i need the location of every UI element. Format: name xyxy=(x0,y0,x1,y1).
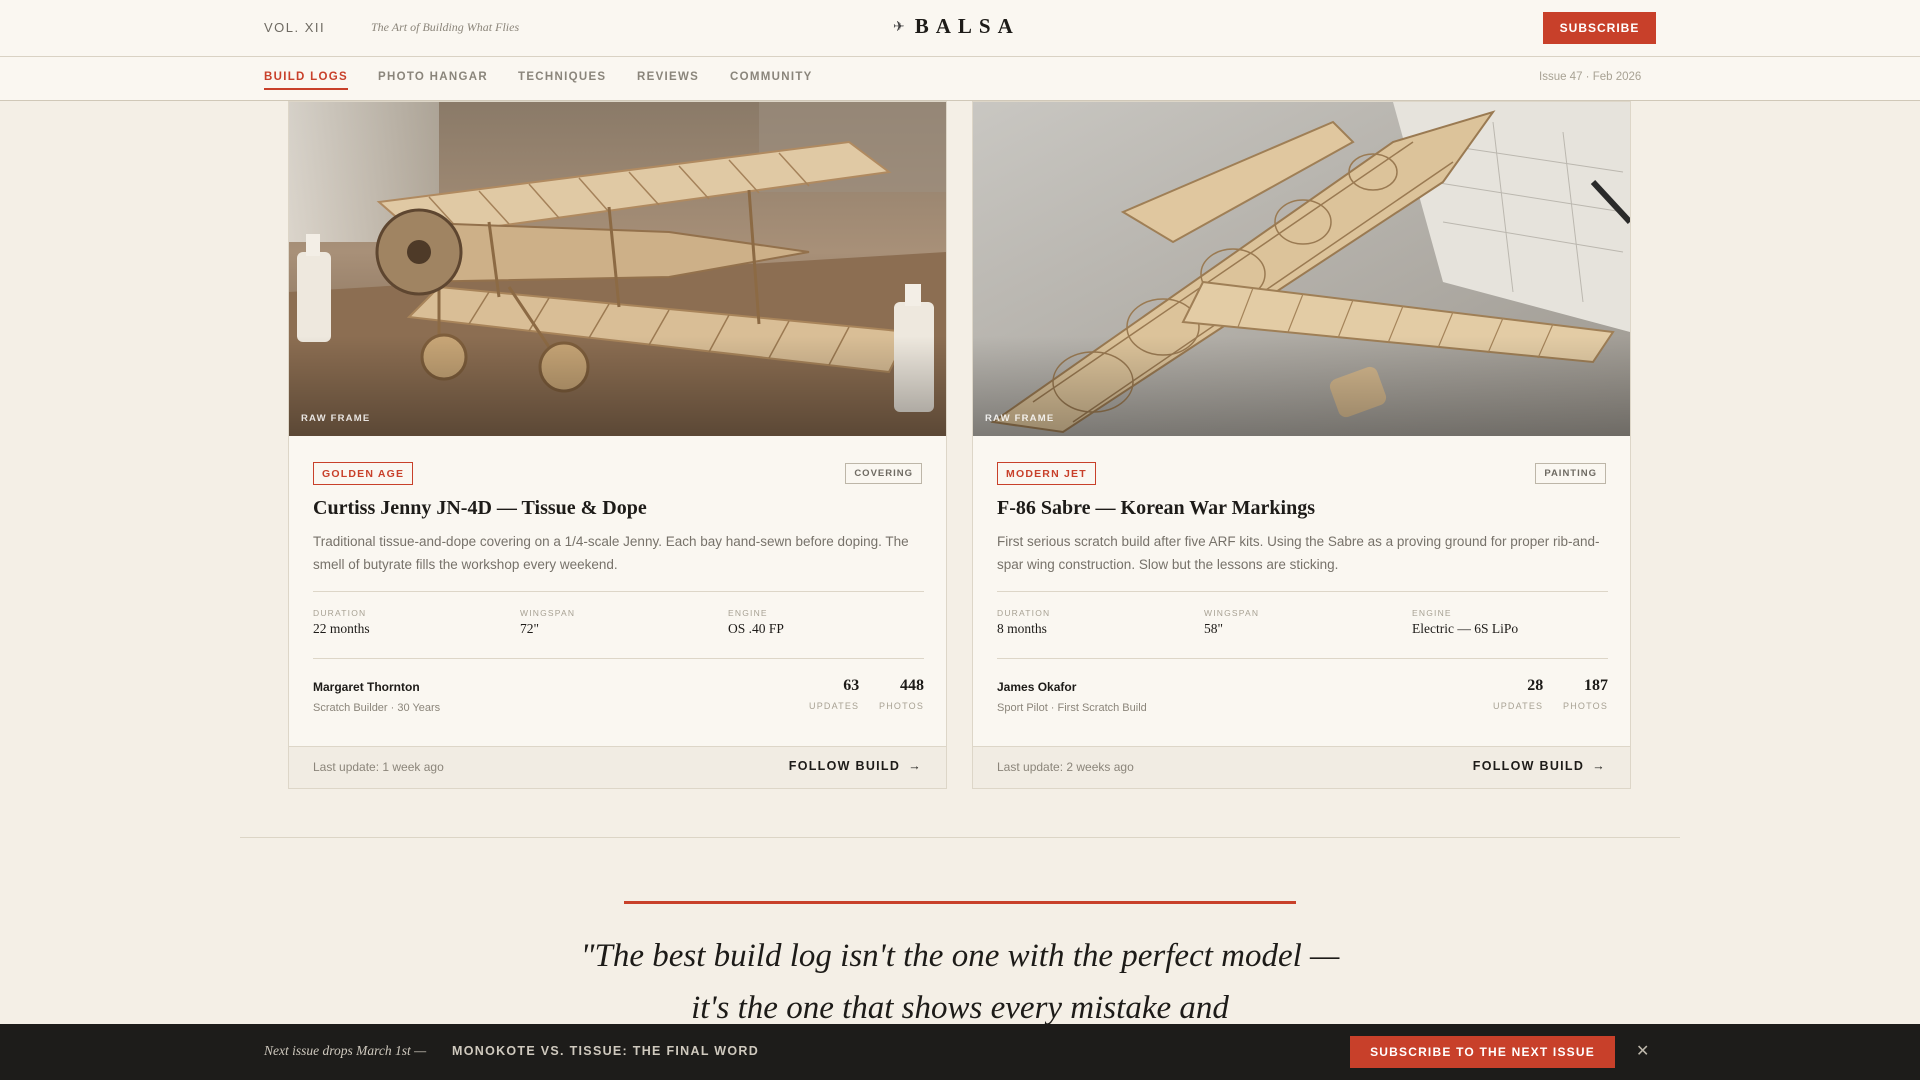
card-description: First serious scratch build after five A… xyxy=(997,534,1600,572)
spec-value: 58" xyxy=(1204,621,1224,636)
issue-info: Issue 47 · Feb 2026 xyxy=(1539,71,1642,83)
spec-value: Electric — 6S LiPo xyxy=(1412,621,1519,636)
subscribe-button[interactable]: SUBSCRIBE xyxy=(1543,12,1656,44)
divider xyxy=(313,658,924,659)
stat-value: 63 xyxy=(843,677,860,694)
author-name[interactable]: James Okafor xyxy=(997,680,1076,694)
build-photo-jet[interactable]: RAW FRAME xyxy=(973,102,1630,436)
stat-value: 448 xyxy=(900,677,925,694)
card-title[interactable]: Curtiss Jenny JN-4D — Tissue & Dope xyxy=(313,497,647,520)
spec-wingspan: WINGSPAN 58" xyxy=(1204,608,1259,637)
category-badge[interactable]: GOLDEN AGE xyxy=(313,462,414,485)
nav-build-logs[interactable]: BUILD LOGS xyxy=(264,71,348,90)
divider xyxy=(313,591,924,592)
spec-label: WINGSPAN xyxy=(520,608,576,618)
build-card-jenny[interactable]: RAW FRAME GOLDEN AGE COVERING Curtiss Je… xyxy=(288,101,947,789)
last-update: Last update: 2 weeks ago xyxy=(997,760,1134,774)
quote-rule xyxy=(624,901,1296,904)
site-logo[interactable]: ✈ BALSA xyxy=(893,14,1020,39)
author-meta: Sport Pilot · First Scratch Build xyxy=(997,702,1147,714)
logo-text: BALSA xyxy=(914,14,1020,38)
stat-photos: 448 PHOTOS xyxy=(879,677,924,711)
subscribe-next-issue-button[interactable]: SUBSCRIBE TO THE NEXT ISSUE xyxy=(1350,1036,1615,1068)
pull-quote: "The best build log isn't the one with t… xyxy=(580,938,1340,1026)
spec-engine: ENGINE OS .40 FP xyxy=(728,608,784,637)
spec-label: ENGINE xyxy=(728,608,768,618)
spec-label: DURATION xyxy=(313,608,367,618)
stat-label: UPDATES xyxy=(1493,701,1544,711)
nav-photo-hangar[interactable]: PHOTO HANGAR xyxy=(378,71,488,88)
spec-value: OS .40 FP xyxy=(728,621,784,636)
build-card-sabre[interactable]: RAW FRAME MODERN JET PAINTING F-86 Sabre… xyxy=(972,101,1631,789)
card-description: Traditional tissue-and-dope covering on … xyxy=(313,534,909,572)
nav-community[interactable]: COMMUNITY xyxy=(730,71,813,88)
stat-label: UPDATES xyxy=(809,701,860,711)
follow-build-button[interactable]: FOLLOW BUILD → xyxy=(789,759,922,773)
spec-value: 22 months xyxy=(313,621,370,636)
card-footer: Last update: 2 weeks ago FOLLOW BUILD → xyxy=(973,746,1630,788)
stage-badge: PAINTING xyxy=(1535,463,1606,484)
spec-label: ENGINE xyxy=(1412,608,1452,618)
spec-label: WINGSPAN xyxy=(1204,608,1260,618)
spec-duration: DURATION 22 months xyxy=(313,608,370,637)
divider xyxy=(997,591,1608,592)
divider xyxy=(997,658,1608,659)
photo-label: RAW FRAME xyxy=(985,413,1055,424)
stat-updates: 63 UPDATES xyxy=(809,677,859,711)
banner-headline[interactable]: MONOKOTE VS. TISSUE: THE FINAL WORD xyxy=(452,1044,759,1058)
stat-photos: 187 PHOTOS xyxy=(1563,677,1608,711)
author-name[interactable]: Margaret Thornton xyxy=(313,680,420,694)
follow-label: FOLLOW BUILD xyxy=(788,759,901,773)
spec-duration: DURATION 8 months xyxy=(997,608,1050,637)
card-title[interactable]: F-86 Sabre — Korean War Markings xyxy=(997,497,1315,520)
next-issue-banner: Next issue drops March 1st — MONOKOTE VS… xyxy=(0,1024,1920,1080)
build-photo-biplane[interactable]: RAW FRAME xyxy=(289,102,946,436)
spec-label: DURATION xyxy=(997,608,1051,618)
follow-build-button[interactable]: FOLLOW BUILD → xyxy=(1473,759,1606,773)
nav-techniques[interactable]: TECHNIQUES xyxy=(518,71,606,88)
close-icon[interactable]: ✕ xyxy=(1636,1041,1649,1061)
photo-label: RAW FRAME xyxy=(301,413,371,424)
spec-engine: ENGINE Electric — 6S LiPo xyxy=(1412,608,1518,637)
site-header: VOL. XII The Art of Building What Flies … xyxy=(0,0,1920,57)
arrow-right-icon: → xyxy=(908,759,922,773)
stat-updates: 28 UPDATES xyxy=(1493,677,1543,711)
nav-reviews[interactable]: REVIEWS xyxy=(637,71,699,88)
spec-value: 8 months xyxy=(997,621,1047,636)
last-update: Last update: 1 week ago xyxy=(313,760,444,774)
tagline: The Art of Building What Flies xyxy=(371,20,520,34)
card-footer: Last update: 1 week ago FOLLOW BUILD → xyxy=(289,746,946,788)
stat-label: PHOTOS xyxy=(879,701,925,711)
main-nav: BUILD LOGS PHOTO HANGAR TECHNIQUES REVIE… xyxy=(0,57,1920,101)
section-divider xyxy=(240,837,1680,838)
stat-value: 187 xyxy=(1584,677,1609,694)
spec-wingspan: WINGSPAN 72" xyxy=(520,608,575,637)
arrow-right-icon: → xyxy=(1592,759,1606,773)
spec-value: 72" xyxy=(520,621,540,636)
follow-label: FOLLOW BUILD xyxy=(1472,759,1585,773)
author-meta: Scratch Builder · 30 Years xyxy=(313,702,441,714)
volume-label: VOL. XII xyxy=(264,20,326,35)
stat-label: PHOTOS xyxy=(1563,701,1609,711)
stat-value: 28 xyxy=(1527,677,1544,694)
banner-lead: Next issue drops March 1st — xyxy=(264,1043,427,1058)
category-badge[interactable]: MODERN JET xyxy=(997,462,1096,485)
stage-badge: COVERING xyxy=(845,463,922,484)
plane-icon: ✈ xyxy=(893,18,905,34)
